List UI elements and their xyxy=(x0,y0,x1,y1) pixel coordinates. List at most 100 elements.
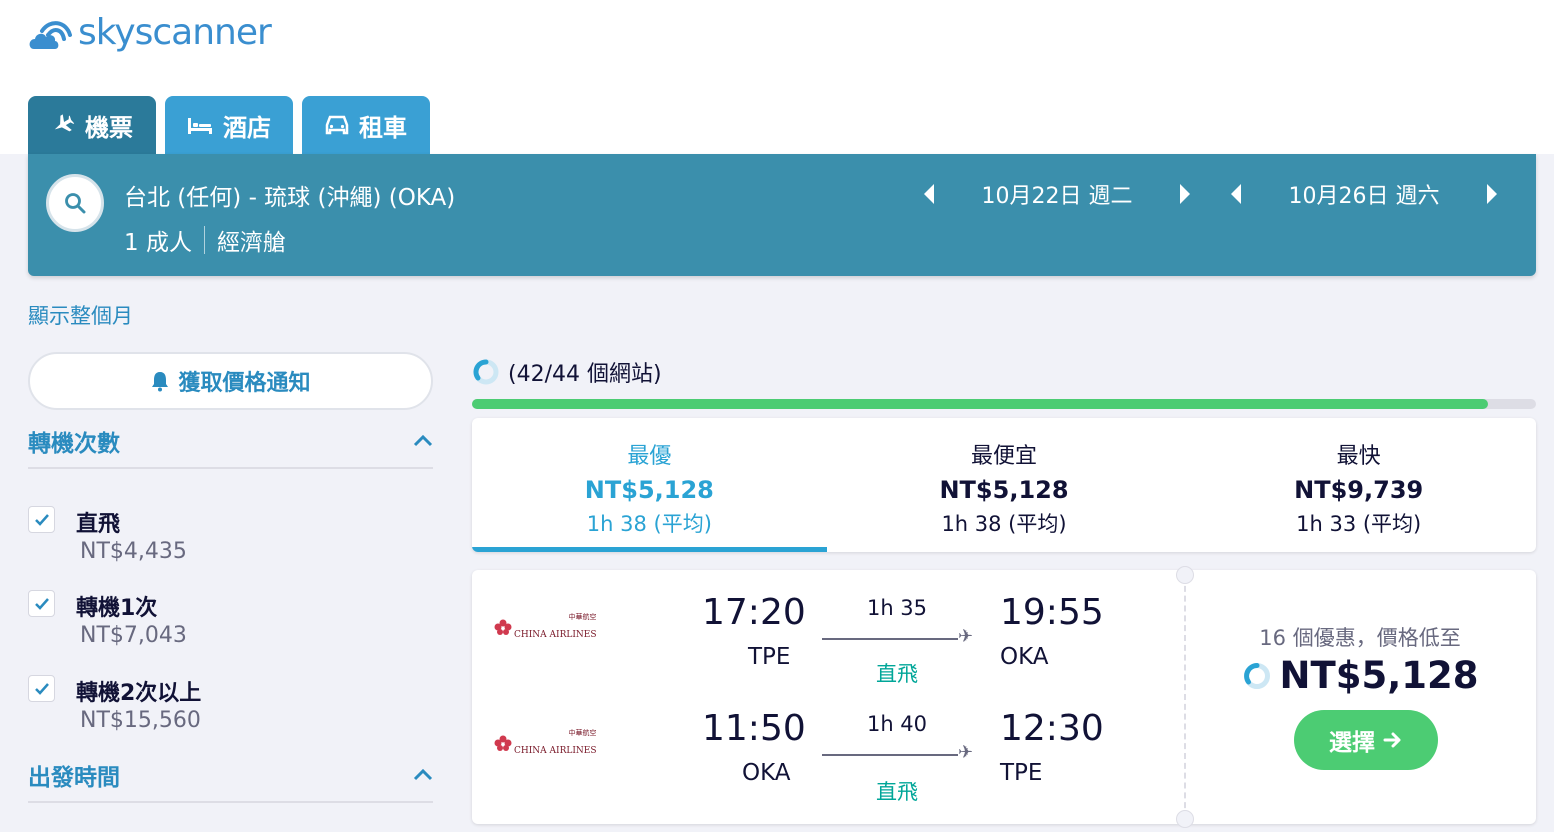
arrival-airport: OKA xyxy=(1000,644,1049,670)
sort-tab-price: NT$5,128 xyxy=(584,476,714,504)
search-progress: (42/44 個網站) xyxy=(472,356,662,388)
progress-text: (42/44 個網站) xyxy=(508,362,662,387)
skyscanner-logo[interactable]: skyscanner xyxy=(28,12,272,53)
sort-tab-price: NT$5,128 xyxy=(939,476,1069,504)
return-date-nav: 10月26日 週六 xyxy=(1231,178,1497,210)
result-price: NT$5,128 xyxy=(1184,654,1536,697)
stops-label: 直飛 xyxy=(876,780,918,804)
departure-airport: TPE xyxy=(748,644,791,670)
price-value: NT$5,128 xyxy=(1279,654,1479,697)
departure-time: 11:50 xyxy=(702,708,806,749)
car-icon xyxy=(325,115,349,135)
flight-result-card[interactable]: 中華航空 CHINA AIRLINES 17:20 TPE 1h 35 ✈ 直飛… xyxy=(472,566,1536,828)
sort-tab-title: 最便宜 xyxy=(971,444,1038,469)
ticket-divider xyxy=(1184,576,1186,818)
prev-depart-date-button[interactable] xyxy=(924,184,934,204)
vertical-tabs: 機票 酒店 租車 xyxy=(28,96,430,154)
next-return-date-button[interactable] xyxy=(1487,184,1497,204)
check-icon xyxy=(34,598,49,610)
sort-tab-title: 最快 xyxy=(1336,444,1381,469)
tab-label: 酒店 xyxy=(223,113,271,142)
bell-icon xyxy=(152,372,169,392)
checkbox[interactable] xyxy=(28,590,55,617)
cabin-class: 經濟艙 xyxy=(216,230,286,256)
search-summary-panel: 台北 (任何) - 琉球 (沖繩) (OKA) 1 成人 經濟艙 10月22日 … xyxy=(28,154,1536,276)
airline-logo: 中華航空 CHINA AIRLINES xyxy=(494,728,597,757)
stops-filter-title: 轉機次數 xyxy=(28,431,120,457)
bed-icon xyxy=(188,118,212,134)
departure-time-filter-title: 出發時間 xyxy=(28,765,120,791)
loading-spinner-icon xyxy=(473,359,499,385)
checkbox[interactable] xyxy=(28,506,55,533)
airline-name: CHINA AIRLINES xyxy=(514,746,597,756)
select-button[interactable]: 選擇 xyxy=(1294,710,1438,770)
progress-bar-fill xyxy=(472,399,1489,409)
search-button[interactable] xyxy=(46,174,104,232)
airline-name-zh: 中華航空 xyxy=(568,613,597,621)
deals-count: 16 個優惠，價格低至 xyxy=(1259,626,1461,650)
inbound-leg: 中華航空 CHINA AIRLINES 11:50 OKA 1h 40 ✈ 直飛… xyxy=(472,686,1184,804)
departure-airport: OKA xyxy=(742,760,791,786)
tab-label: 租車 xyxy=(359,113,407,142)
route-summary[interactable]: 台北 (任何) - 琉球 (沖繩) (OKA) xyxy=(124,178,455,212)
flight-line xyxy=(822,754,958,756)
divider xyxy=(203,226,205,254)
tab-car-hire[interactable]: 租車 xyxy=(302,96,430,154)
checkbox[interactable] xyxy=(28,675,55,702)
arrow-right-icon xyxy=(1383,732,1401,748)
airline-name: CHINA AIRLINES xyxy=(514,630,597,640)
stops-filter-header[interactable]: 轉機次數 xyxy=(28,424,433,458)
prev-return-date-button[interactable] xyxy=(1231,184,1241,204)
arrival-airport: TPE xyxy=(1000,760,1043,786)
arrival-time: 19:55 xyxy=(1000,592,1104,633)
loading-spinner-icon xyxy=(1243,662,1270,689)
sort-tab-fastest[interactable]: 最快 NT$9,739 1h 33 (平均) xyxy=(1181,418,1536,552)
sort-tab-price: NT$9,739 xyxy=(1294,476,1424,504)
stop-option-price: NT$7,043 xyxy=(80,623,187,648)
depart-date-nav: 10月22日 週二 xyxy=(924,178,1190,210)
flight-line xyxy=(822,638,958,640)
sort-tab-title: 最優 xyxy=(627,444,672,469)
divider xyxy=(28,801,433,803)
cloud-logo-icon xyxy=(29,20,72,49)
departure-time-filter-header[interactable]: 出發時間 xyxy=(28,758,433,792)
brand-name: skyscanner xyxy=(78,12,272,53)
progress-bar xyxy=(472,399,1536,409)
stop-option-price: NT$4,435 xyxy=(80,539,187,564)
tab-hotels[interactable]: 酒店 xyxy=(165,96,293,154)
sort-tab-duration: 1h 38 (平均) xyxy=(586,512,712,536)
next-depart-date-button[interactable] xyxy=(1180,184,1190,204)
travellers-summary[interactable]: 1 成人 經濟艙 xyxy=(124,223,286,257)
depart-date[interactable]: 10月22日 週二 xyxy=(934,178,1180,210)
search-icon xyxy=(65,193,86,214)
check-icon xyxy=(34,683,49,695)
departure-time: 17:20 xyxy=(702,592,806,633)
price-alert-button[interactable]: 獲取價格通知 xyxy=(28,352,433,410)
divider xyxy=(28,467,433,469)
tab-label: 機票 xyxy=(85,113,133,142)
ticket-notch xyxy=(1176,810,1194,828)
sort-tab-duration: 1h 33 (平均) xyxy=(1296,512,1422,536)
stop-option-label: 轉機2次以上 xyxy=(76,681,202,706)
tab-flights[interactable]: 機票 xyxy=(28,96,156,154)
return-date[interactable]: 10月26日 週六 xyxy=(1241,178,1487,210)
sort-tab-cheapest[interactable]: 最便宜 NT$5,128 1h 38 (平均) xyxy=(827,418,1182,552)
arrival-time: 12:30 xyxy=(1000,708,1104,749)
plane-icon: ✈ xyxy=(958,742,974,763)
stops-label: 直飛 xyxy=(876,662,918,686)
sort-tabs: 最優 NT$5,128 1h 38 (平均) 最便宜 NT$5,128 1h 3… xyxy=(472,418,1536,552)
flight-duration: 1h 35 xyxy=(866,596,928,620)
sort-tab-duration: 1h 38 (平均) xyxy=(941,512,1067,536)
check-icon xyxy=(34,514,49,526)
show-whole-month-link[interactable]: 顯示整個月 xyxy=(28,300,133,330)
stop-option-label: 轉機1次 xyxy=(76,596,158,621)
sort-tab-best[interactable]: 最優 NT$5,128 1h 38 (平均) xyxy=(472,418,827,552)
chevron-up-icon xyxy=(413,769,433,781)
plum-blossom-icon xyxy=(494,735,512,751)
plane-icon: ✈ xyxy=(958,626,974,647)
passenger-count: 1 成人 xyxy=(124,230,192,256)
airline-logo: 中華航空 CHINA AIRLINES xyxy=(494,612,597,641)
top-bar: skyscanner 機票 酒店 租車 xyxy=(0,0,1554,154)
stop-option-label: 直飛 xyxy=(76,512,121,537)
price-alert-label: 獲取價格通知 xyxy=(178,371,311,396)
